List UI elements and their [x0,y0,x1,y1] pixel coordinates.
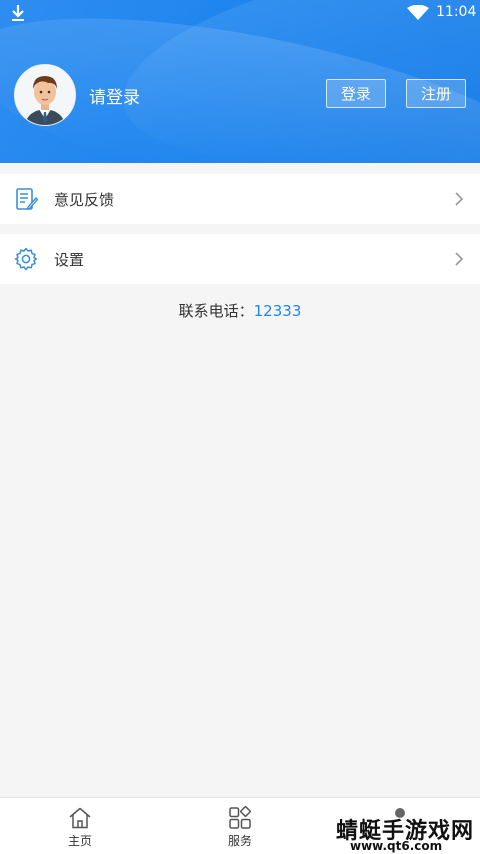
feedback-icon [16,188,38,210]
register-button[interactable]: 注册 [406,79,466,108]
download-icon [12,5,24,21]
contact-info: 联系电话：12333 [0,300,480,321]
menu-item-settings[interactable]: 设置 [0,234,480,284]
profile-header: 11:04 请登录 登录 注册 [0,0,480,163]
menu-item-feedback[interactable]: 意见反馈 [0,174,480,224]
login-prompt[interactable]: 请登录 [89,83,140,108]
chevron-right-icon [455,252,464,266]
avatar[interactable] [14,64,76,126]
home-icon [69,807,91,829]
menu-item-label: 意见反馈 [54,191,115,209]
status-time: 11:04 [436,4,477,20]
wifi-icon [407,5,429,20]
chevron-right-icon [455,192,464,206]
settings-icon [14,247,38,271]
watermark: 蜻蜓手游戏网 www.qt6.com [336,813,476,853]
watermark-url: www.qt6.com [350,839,443,853]
tab-label: 主页 [67,834,92,848]
tab-label: 服务 [227,834,252,848]
contact-label: 联系电话： [178,302,254,320]
contact-phone-link[interactable]: 12333 [254,302,302,320]
services-icon [229,806,251,829]
tab-services[interactable]: 服务 [160,798,320,854]
avatar-icon [15,65,75,125]
menu-item-label: 设置 [54,251,85,269]
login-button[interactable]: 登录 [326,79,386,108]
tab-home[interactable]: 主页 [0,798,160,854]
status-bar: 11:04 [0,0,480,26]
